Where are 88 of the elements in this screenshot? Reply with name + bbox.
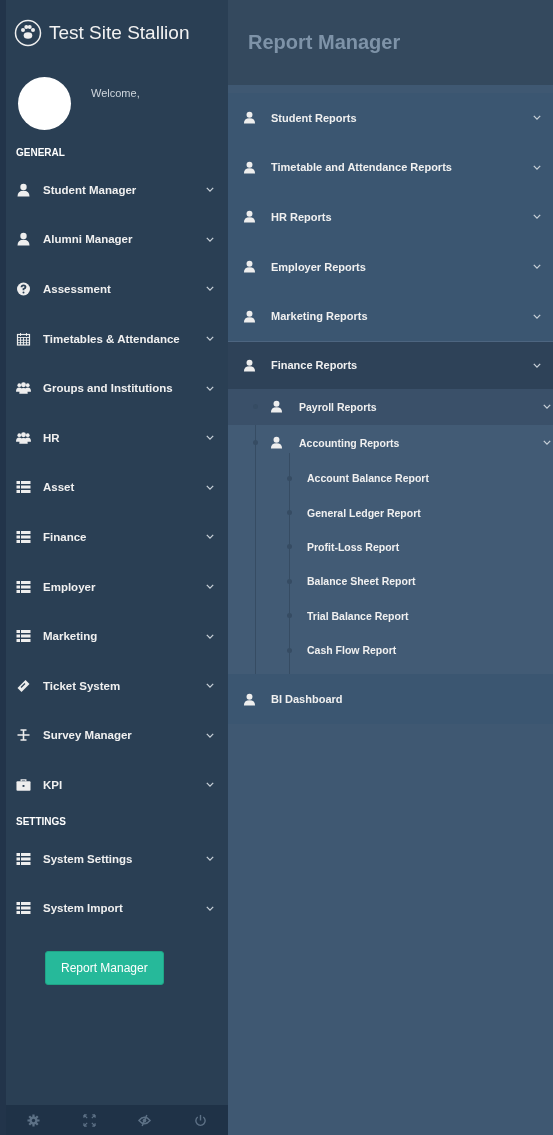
report-link[interactable]: Balance Sheet Report <box>228 564 553 599</box>
report-item[interactable]: Marketing Reports <box>228 291 553 341</box>
chevron-down-icon <box>206 435 214 441</box>
user-icon <box>16 182 31 197</box>
chevron-down-icon <box>206 905 214 911</box>
chevron-down-icon <box>206 286 214 292</box>
sidebar-item[interactable]: Assessment <box>6 264 228 314</box>
sidebar-item[interactable]: Finance <box>6 512 228 562</box>
sidebar-item[interactable]: Timetables & Attendance <box>6 313 228 364</box>
chevron-down-icon <box>543 440 551 446</box>
list-icon <box>16 851 31 866</box>
chevron-down-icon <box>533 115 541 121</box>
power-icon[interactable] <box>193 1113 207 1127</box>
chevron-down-icon <box>206 732 214 738</box>
report-item[interactable]: Payroll Reports <box>228 388 553 425</box>
report-item[interactable]: HR Reports <box>228 192 553 242</box>
sidebar-item[interactable]: System Settings <box>6 833 228 884</box>
report-item[interactable]: Student Reports <box>228 93 553 143</box>
chevron-down-icon <box>206 484 214 490</box>
section-heading: GENERAL <box>15 146 66 160</box>
user-icon <box>243 260 256 274</box>
sidebar-item[interactable]: Employer <box>6 561 228 612</box>
eye-slash-icon[interactable] <box>138 1113 152 1127</box>
report-link[interactable]: Trial Balance Report <box>228 598 553 633</box>
list-icon <box>16 901 31 916</box>
report-item[interactable]: Employer Reports <box>228 241 553 292</box>
user-icon <box>243 309 256 323</box>
report-link[interactable]: Profit-Loss Report <box>228 529 553 565</box>
chevron-down-icon <box>533 164 541 170</box>
chevron-down-icon <box>206 856 214 861</box>
strikethrough-icon <box>16 728 31 743</box>
report-item[interactable]: Accounting Reports <box>228 424 553 461</box>
chevron-down-icon <box>206 782 214 788</box>
settings-icon[interactable] <box>27 1113 41 1127</box>
report-link[interactable]: General Ledger Report <box>228 495 553 530</box>
users-icon <box>16 381 31 396</box>
list-icon <box>16 529 31 544</box>
user-icon <box>243 111 256 125</box>
chevron-down-icon <box>533 264 541 270</box>
question-icon <box>16 282 31 296</box>
sidebar-item[interactable]: Asset <box>6 462 228 513</box>
chevron-down-icon <box>206 584 214 590</box>
list-icon <box>16 629 31 644</box>
briefcase-icon <box>16 777 31 792</box>
user-icon <box>270 400 283 414</box>
user-icon <box>243 210 256 224</box>
chevron-down-icon <box>533 214 541 220</box>
report-item[interactable]: Finance Reports <box>228 340 553 389</box>
page-title: Report Manager <box>248 31 401 54</box>
sidebar-item[interactable]: Alumni Manager <box>6 214 228 265</box>
user-icon <box>16 232 31 247</box>
fullscreen-icon[interactable] <box>82 1113 96 1127</box>
chevron-down-icon <box>206 236 214 242</box>
user-icon <box>243 160 256 174</box>
chevron-down-icon <box>533 362 541 368</box>
report-link[interactable]: Account Balance Report <box>228 460 553 496</box>
calendar-icon <box>16 331 31 346</box>
ticket-icon <box>16 678 31 693</box>
sidebar-item[interactable]: System Import <box>6 883 228 933</box>
sidebar-item[interactable]: Ticket System <box>6 660 228 711</box>
list-icon <box>16 579 31 594</box>
chevron-down-icon <box>206 336 214 342</box>
chevron-down-icon <box>533 313 541 319</box>
sidebar-item[interactable]: Student Manager <box>6 165 228 215</box>
section-heading: SETTINGS <box>15 814 67 829</box>
report-item[interactable]: Timetable and Attendance Reports <box>228 142 553 193</box>
chevron-down-icon <box>543 404 551 410</box>
report-link[interactable]: Cash Flow Report <box>228 632 553 668</box>
avatar <box>18 77 71 130</box>
sidebar-item[interactable]: KPI <box>6 760 228 810</box>
chevron-down-icon <box>206 187 214 193</box>
user-icon <box>243 692 256 706</box>
chevron-down-icon <box>206 633 214 639</box>
user-icon <box>243 358 256 372</box>
user-icon <box>270 436 283 450</box>
chevron-down-icon <box>206 534 214 540</box>
sidebar-item[interactable]: Marketing <box>6 611 228 661</box>
users-icon <box>16 430 31 445</box>
chevron-down-icon <box>206 683 214 689</box>
sidebar-item[interactable]: HR <box>6 412 228 463</box>
sidebar-item[interactable]: Groups and Institutions <box>6 363 228 413</box>
chevron-down-icon <box>206 385 214 391</box>
list-icon <box>16 480 31 495</box>
site-title: Test Site Stallion <box>49 22 190 44</box>
paw-icon <box>14 19 42 47</box>
sidebar-item[interactable]: Survey Manager <box>6 710 228 761</box>
report-item[interactable]: BI Dashboard <box>228 674 553 724</box>
welcome-text: Welcome, <box>91 86 140 99</box>
